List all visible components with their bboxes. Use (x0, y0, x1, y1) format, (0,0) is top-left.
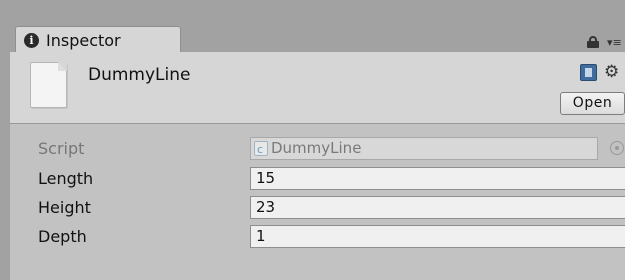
properties-panel: Script DummyLine Length 15 Height 23 Dep… (10, 124, 625, 280)
inspector-window: i Inspector ▾≡ DummyLine ⚙ Open Script D… (10, 8, 625, 280)
asset-name: DummyLine (88, 65, 191, 85)
object-picker-icon[interactable] (610, 141, 624, 155)
book-icon[interactable] (580, 64, 597, 81)
height-row: Height 23 (10, 194, 625, 223)
length-row: Length 15 (10, 165, 625, 194)
depth-field[interactable]: 1 (250, 225, 625, 248)
open-button[interactable]: Open (560, 92, 625, 115)
script-field: DummyLine (250, 137, 598, 160)
height-label[interactable]: Height (38, 198, 91, 217)
file-icon (30, 62, 67, 108)
depth-row: Depth 1 (10, 223, 625, 252)
script-label: Script (38, 139, 85, 158)
asset-header: DummyLine ⚙ Open (10, 52, 625, 124)
info-icon: i (24, 33, 39, 48)
tab-bar: i Inspector ▾≡ (10, 8, 625, 54)
length-field[interactable]: 15 (250, 167, 625, 190)
script-row: Script DummyLine (10, 135, 625, 164)
gear-icon[interactable]: ⚙ (604, 62, 625, 82)
length-label[interactable]: Length (38, 169, 93, 188)
tab-label: Inspector (46, 31, 121, 50)
script-value: DummyLine (271, 139, 362, 157)
lock-icon[interactable] (586, 36, 600, 48)
height-field[interactable]: 23 (250, 196, 625, 219)
menu-icon[interactable]: ▾≡ (607, 37, 625, 48)
script-icon (254, 139, 268, 160)
tab-inspector[interactable]: i Inspector (15, 26, 181, 54)
depth-label[interactable]: Depth (38, 227, 87, 246)
